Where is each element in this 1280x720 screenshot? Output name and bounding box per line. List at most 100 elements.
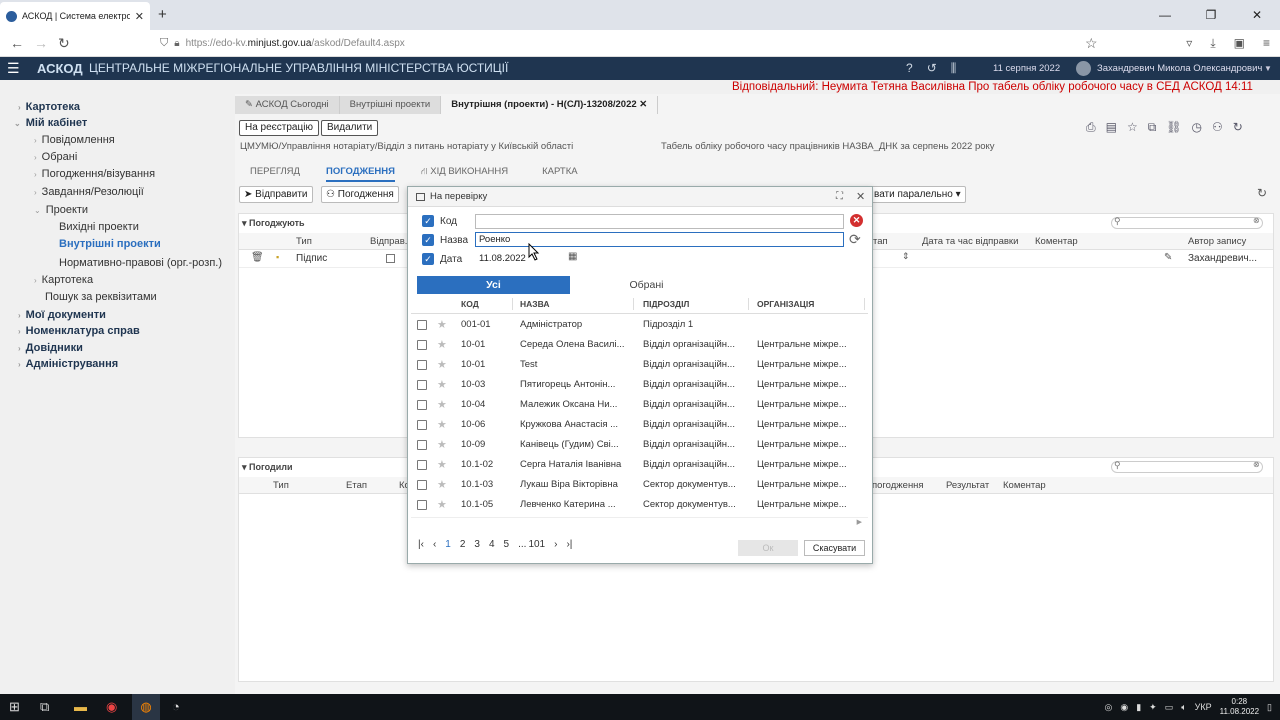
- first-page-icon[interactable]: |‹: [418, 539, 424, 550]
- tray-icon[interactable]: ◎: [1104, 702, 1112, 713]
- list-item[interactable]: ★ 10.1-05 Левченко Катерина ... Сектор доку…: [411, 495, 868, 515]
- sidebar-item-nomenclature[interactable]: › Номенклатура справ: [18, 325, 140, 337]
- list-item[interactable]: ★ 10-09 Канівець (Гудим) Сві... Відділ орга…: [411, 435, 868, 455]
- notifications-icon[interactable]: ▯: [1267, 702, 1272, 713]
- list-item[interactable]: ★ 10-03 Пятигорець Антонін... Відділ органі…: [411, 375, 868, 395]
- section-approved-header[interactable]: ▾ Погодили: [242, 462, 293, 473]
- refresh-icon[interactable]: ↻: [1233, 120, 1243, 135]
- volume-icon[interactable]: 🔈︎: [1181, 702, 1186, 713]
- page-3[interactable]: 3: [474, 539, 480, 550]
- horizontal-scrollbar[interactable]: ▶: [411, 517, 868, 527]
- next-page-icon[interactable]: ›: [554, 539, 557, 550]
- favorite-star-icon[interactable]: ★: [437, 315, 447, 335]
- code-input[interactable]: [475, 214, 844, 229]
- users-icon[interactable]: ⚇: [1212, 120, 1223, 135]
- user-name[interactable]: Захандревич Микола Олександрович: [1097, 57, 1262, 80]
- tab-progress[interactable]: ⛙ ХІД ВИКОНАННЯ: [421, 166, 508, 182]
- chrome-icon[interactable]: ◉: [106, 694, 117, 720]
- name-filter-checkbox[interactable]: ✓: [422, 234, 434, 246]
- col-organization[interactable]: ОРГАНІЗАЦІЯ: [757, 294, 814, 314]
- tab-favorites[interactable]: Обрані: [570, 276, 723, 294]
- link-icon[interactable]: ⛓: [1166, 120, 1181, 135]
- sidebar-item-kartoteka[interactable]: › Картотека: [18, 101, 80, 113]
- sidebar-item-normative[interactable]: Нормативно-правові (орг.-розп.): [59, 257, 222, 269]
- note-icon[interactable]: ▪: [276, 252, 279, 262]
- date-filter-checkbox[interactable]: ✓: [422, 253, 434, 265]
- restore-icon[interactable]: ❐: [1188, 0, 1234, 30]
- clear-filter-icon[interactable]: ✕: [850, 214, 863, 227]
- row-checkbox[interactable]: [417, 380, 427, 390]
- list-item[interactable]: ★ 10-06 Кружкова Анастасія ... Відділ орган…: [411, 415, 868, 435]
- row-checkbox[interactable]: [417, 360, 427, 370]
- scroll-right-icon[interactable]: ▶: [857, 518, 862, 528]
- tab-document[interactable]: Внутрішня (проекти) - Н(СЛ)-13208/2022 ✕: [441, 96, 659, 114]
- tray-icon[interactable]: ✦: [1149, 702, 1157, 713]
- page-1[interactable]: 1: [445, 539, 451, 550]
- sidebar-item-administration[interactable]: › Адміністрування: [18, 358, 118, 370]
- row-checkbox[interactable]: [417, 500, 427, 510]
- row-checkbox[interactable]: [417, 460, 427, 470]
- tray-icon[interactable]: ◉: [1120, 702, 1128, 713]
- trash-icon[interactable]: 🗑︎: [251, 252, 264, 263]
- clear-search-icon[interactable]: ⊗: [1253, 460, 1260, 469]
- browser-tab[interactable]: АСКОД | Система електронно ✕: [0, 2, 150, 30]
- approved-search-input[interactable]: [1111, 461, 1263, 473]
- col-code[interactable]: КОД: [461, 294, 479, 314]
- sidebar-item-my-docs[interactable]: › Мої документи: [18, 309, 106, 321]
- clock-icon[interactable]: ◷: [1192, 120, 1202, 135]
- tab-internal-projects[interactable]: Внутрішні проекти: [339, 96, 442, 114]
- history-icon[interactable]: ↺: [927, 57, 937, 80]
- col-department[interactable]: ПІДРОЗДІЛ: [643, 294, 689, 314]
- extension-icon[interactable]: ▣: [1234, 30, 1245, 57]
- edit-icon[interactable]: ✎: [1164, 252, 1172, 263]
- task-view-icon[interactable]: ⧉: [40, 694, 49, 720]
- approval-button[interactable]: ⚇ Погодження: [321, 186, 399, 203]
- sidebar-item-internal[interactable]: Внутрішні проекти: [59, 238, 161, 250]
- sidebar-item-my-cabinet[interactable]: ⌄ Мій кабінет: [14, 117, 87, 129]
- app-icon[interactable]: ◔: [172, 694, 180, 720]
- windows-start-icon[interactable]: ⊞: [9, 694, 20, 720]
- row-checkbox[interactable]: [417, 400, 427, 410]
- new-tab-icon[interactable]: +: [158, 6, 167, 23]
- register-button[interactable]: На реєстрацію: [239, 120, 319, 136]
- pocket-icon[interactable]: ▿: [1186, 30, 1192, 57]
- prev-page-icon[interactable]: ‹: [433, 539, 436, 550]
- row-checkbox[interactable]: [417, 480, 427, 490]
- favorite-star-icon[interactable]: ★: [437, 415, 447, 435]
- tab-card[interactable]: КАРТКА: [542, 166, 577, 182]
- shield-icon[interactable]: ⛉: [160, 37, 168, 50]
- bookmark-star-icon[interactable]: ☆: [1085, 30, 1098, 57]
- list-item[interactable]: ★ 10.1-03 Лукаш Віра Вікторівна Сектор доку…: [411, 475, 868, 495]
- row-checkbox[interactable]: [417, 320, 427, 330]
- refresh-icon[interactable]: ⟳: [849, 231, 861, 248]
- close-tab-icon[interactable]: ✕: [135, 10, 144, 23]
- page-last[interactable]: 101: [528, 539, 545, 550]
- minimize-icon[interactable]: —: [1142, 0, 1188, 30]
- favorite-star-icon[interactable]: ★: [437, 455, 447, 475]
- section-approving-header[interactable]: ▾ Погоджують: [242, 218, 305, 229]
- ok-button[interactable]: Ок: [738, 540, 798, 556]
- sidebar-item-favorites[interactable]: › Обрані: [34, 151, 77, 163]
- sidebar-item-outgoing[interactable]: Вихідні проекти: [59, 221, 139, 233]
- favorite-star-icon[interactable]: ★: [437, 335, 447, 355]
- refresh-list-icon[interactable]: ↻: [1257, 186, 1267, 200]
- last-page-icon[interactable]: ›|: [566, 539, 572, 550]
- forward-icon[interactable]: →: [34, 30, 48, 57]
- close-icon[interactable]: ✕: [639, 99, 647, 110]
- page-2[interactable]: 2: [460, 539, 466, 550]
- back-icon[interactable]: ←: [10, 30, 24, 57]
- favorite-star-icon[interactable]: ★: [437, 435, 447, 455]
- library-icon[interactable]: ⫼: [951, 57, 957, 80]
- avatar[interactable]: [1076, 61, 1091, 76]
- send-button[interactable]: ➤ Відправити: [239, 186, 313, 203]
- row-checkbox[interactable]: [417, 440, 427, 450]
- favorite-star-icon[interactable]: ★: [437, 355, 447, 375]
- tab-approval[interactable]: ПОГОДЖЕННЯ: [325, 166, 395, 182]
- sidebar-item-search[interactable]: Пошук за реквізитами: [45, 291, 157, 303]
- language-indicator[interactable]: УКР: [1195, 702, 1212, 712]
- firefox-icon[interactable]: ◍: [132, 694, 160, 720]
- file-explorer-icon[interactable]: ▬: [74, 694, 87, 720]
- download-icon[interactable]: ⤓: [1210, 30, 1215, 57]
- list-item[interactable]: ★ 10-01 Середа Олена Василі... Відділ орган…: [411, 335, 868, 355]
- reload-icon[interactable]: ↻: [58, 30, 70, 57]
